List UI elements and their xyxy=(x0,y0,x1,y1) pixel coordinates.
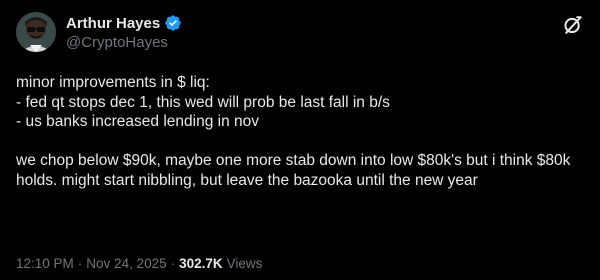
meta-separator: · xyxy=(77,256,83,271)
tweet-line: - us banks increased lending in nov xyxy=(16,113,259,131)
avatar-icon xyxy=(16,12,56,52)
author-name-row: Arthur Hayes xyxy=(66,13,182,33)
author-display-name[interactable]: Arthur Hayes xyxy=(66,15,160,32)
x-logo-button[interactable] xyxy=(562,14,584,36)
tweet-blank-line xyxy=(16,132,588,152)
tweet-card: Arthur Hayes @CryptoHayes minor improvem… xyxy=(0,0,600,280)
verified-badge-icon xyxy=(165,15,181,31)
author-handle[interactable]: @CryptoHayes xyxy=(66,34,168,51)
tweet-time[interactable]: 12:10 PM xyxy=(16,256,74,271)
tweet-line: we chop below $90k, maybe one more stab … xyxy=(16,152,571,189)
meta-separator: · xyxy=(170,256,176,271)
tweet-date[interactable]: Nov 24, 2025 xyxy=(86,256,166,271)
views-count: 302.7K xyxy=(179,256,223,271)
views-label: Views xyxy=(226,256,263,271)
tweet-line: - fed qt stops dec 1, this wed will prob… xyxy=(16,93,390,111)
avatar[interactable] xyxy=(16,12,56,52)
x-logo-icon xyxy=(564,16,582,34)
tweet-line: minor improvements in $ liq: xyxy=(16,74,210,91)
tweet-text: minor improvements in $ liq: - fed qt st… xyxy=(16,73,588,191)
tweet-meta: 12:10 PM · Nov 24, 2025 · 302.7K Views xyxy=(16,256,262,271)
